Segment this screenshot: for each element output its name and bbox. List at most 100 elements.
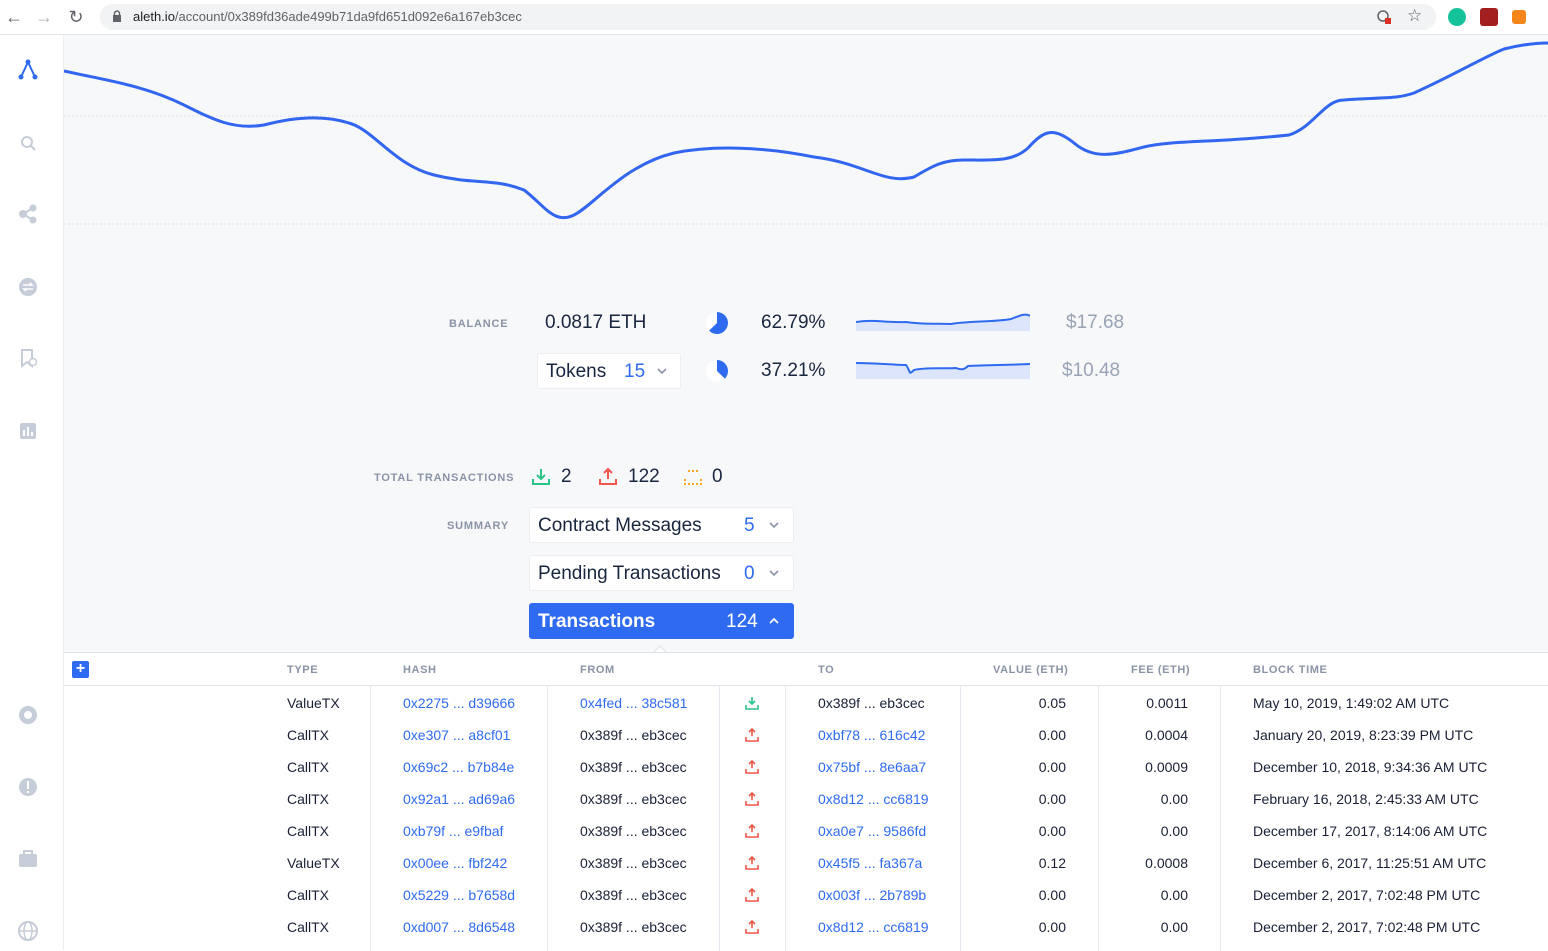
tx-type: CallTX [287, 823, 330, 839]
outgoing-arrow-icon [745, 824, 759, 838]
tx-value: 0.00 [1038, 919, 1066, 935]
tx-hash-link[interactable]: 0x00ee ... fbf242 [403, 855, 507, 871]
briefcase-icon[interactable] [17, 848, 39, 870]
table-row[interactable]: ValueTX 0x2275 ... d39666 0x4fed ... 38c58… [64, 687, 1548, 719]
pending-tx-icon [684, 470, 702, 485]
metamask-extension-icon[interactable] [1512, 10, 1526, 24]
eth-sparkline [856, 313, 1030, 331]
back-icon[interactable]: ← [4, 7, 24, 27]
outgoing-tx-count: 122 [628, 466, 660, 487]
header-type[interactable]: TYPE [287, 664, 318, 676]
table-row[interactable]: CallTX 0x69c2 ... b7b84e 0x389f ... eb3cec… [64, 751, 1548, 783]
pending-transactions-dropdown[interactable]: Pending Transactions 0 [529, 555, 794, 591]
tx-block-time: December 17, 2017, 8:14:06 AM UTC [1253, 823, 1488, 839]
header-block-time[interactable]: BLOCK TIME [1253, 664, 1327, 676]
tx-hash-link[interactable]: 0x69c2 ... b7b84e [403, 759, 514, 775]
balance-label: BALANCE [449, 318, 509, 330]
contract-messages-count: 5 [744, 515, 755, 536]
tx-fee: 0.00 [1160, 887, 1188, 903]
eth-percent: 62.79% [761, 312, 826, 333]
address-bar[interactable]: aleth.io/account/0x389fd36ade499b71da9fd… [100, 4, 1436, 30]
summary-label: SUMMARY [447, 520, 510, 532]
tx-hash-link[interactable]: 0x5229 ... b7658d [403, 887, 515, 903]
tokens-label: Tokens [546, 361, 607, 382]
table-row[interactable]: ValueTX 0x00ee ... fbf242 0x389f ... eb3ce… [64, 847, 1548, 879]
tx-to[interactable]: 0x45f5 ... fa367a [818, 855, 922, 871]
tx-hash-link[interactable]: 0xd007 ... 8d6548 [403, 919, 515, 935]
table-row[interactable]: CallTX 0x92a1 ... ad69a6 0x389f ... eb3cec… [64, 783, 1548, 815]
incoming-tx-count: 2 [561, 466, 572, 487]
outgoing-arrow-icon [745, 920, 759, 934]
tx-to[interactable]: 0xbf78 ... 616c42 [818, 727, 925, 743]
aleth-logo-icon[interactable] [17, 59, 39, 81]
tx-to[interactable]: 0xa0e7 ... 9586fd [818, 823, 926, 839]
outgoing-arrow-icon [745, 792, 759, 806]
tx-type: ValueTX [287, 855, 340, 871]
tx-fee: 0.0004 [1145, 727, 1188, 743]
reload-icon[interactable]: ↻ [66, 7, 86, 27]
tx-hash-link[interactable]: 0xe307 ... a8cf01 [403, 727, 510, 743]
ublock-extension-icon[interactable] [1480, 8, 1498, 26]
tx-to[interactable]: 0x8d12 ... cc6819 [818, 791, 929, 807]
tx-block-time: May 10, 2019, 1:49:02 AM UTC [1253, 695, 1450, 711]
tx-to: 0x389f ... eb3cec [818, 695, 925, 711]
tx-fee: 0.00 [1160, 919, 1188, 935]
tx-hash-link[interactable]: 0xb79f ... e9fbaf [403, 823, 503, 839]
table-row[interactable]: CallTX 0xe307 ... a8cf01 0x389f ... eb3cec… [64, 719, 1548, 751]
tx-to[interactable]: 0x8d12 ... cc6819 [818, 919, 929, 935]
table-header: + TYPE HASH FROM TO VALUE (ETH) FEE (ETH… [64, 653, 1548, 686]
table-row[interactable]: CallTX 0xd007 ... 8d6548 0x389f ... eb3cec… [64, 911, 1548, 943]
outgoing-arrow-icon [745, 760, 759, 774]
tx-from: 0x389f ... eb3cec [580, 919, 687, 935]
forward-icon[interactable]: → [34, 7, 54, 27]
bookmark-star-icon[interactable]: ☆ [1407, 6, 1422, 26]
globe-icon[interactable] [17, 920, 39, 942]
header-from[interactable]: FROM [580, 664, 615, 676]
sidebar [0, 35, 64, 950]
tx-fee: 0.00 [1160, 791, 1188, 807]
add-column-button[interactable]: + [72, 661, 89, 678]
tx-from: 0x389f ... eb3cec [580, 791, 687, 807]
tx-type: CallTX [287, 759, 330, 775]
header-to[interactable]: TO [818, 664, 834, 676]
analytics-icon[interactable] [17, 420, 39, 442]
tx-hash-link[interactable]: 0x92a1 ... ad69a6 [403, 791, 515, 807]
tx-from[interactable]: 0x4fed ... 38c581 [580, 695, 687, 711]
contract-messages-dropdown[interactable]: Contract Messages 5 [529, 507, 794, 543]
alert-icon[interactable] [17, 776, 39, 798]
tx-to[interactable]: 0x003f ... 2b789b [818, 887, 926, 903]
chevron-down-icon [769, 522, 779, 529]
table-row[interactable]: CallTX 0x5229 ... b7658d 0x389f ... eb3cec… [64, 879, 1548, 911]
balance-history-line [64, 41, 1548, 220]
transfer-icon[interactable] [17, 276, 39, 298]
grammarly-extension-icon[interactable] [1448, 8, 1466, 26]
transactions-dropdown[interactable]: Transactions 124 [529, 603, 794, 639]
pending-transactions-label: Pending Transactions [538, 563, 721, 584]
url-text: aleth.io/account/0x389fd36ade499b71da9fd… [133, 9, 522, 24]
chevron-up-icon [769, 617, 779, 624]
translate-icon[interactable] [1376, 9, 1392, 25]
tx-to[interactable]: 0x75bf ... 8e6aa7 [818, 759, 926, 775]
tx-fee: 0.00 [1160, 823, 1188, 839]
search-icon[interactable] [17, 132, 39, 154]
incoming-arrow-icon [745, 697, 759, 710]
table-row[interactable]: CallTX 0xb79f ... e9fbaf 0x389f ... eb3cec… [64, 815, 1548, 847]
bookmark-watch-icon[interactable] [17, 347, 39, 369]
tx-type: CallTX [287, 791, 330, 807]
tokens-share-pie-icon [706, 360, 729, 382]
pending-transactions-count: 0 [744, 563, 755, 584]
header-hash[interactable]: HASH [403, 664, 437, 676]
tx-from: 0x389f ... eb3cec [580, 823, 687, 839]
header-fee[interactable]: FEE (ETH) [1131, 664, 1190, 676]
network-icon[interactable] [17, 203, 39, 225]
tx-block-time: December 2, 2017, 7:02:48 PM UTC [1253, 887, 1481, 903]
help-lifebuoy-icon[interactable] [17, 704, 39, 726]
transactions-count: 124 [726, 611, 758, 632]
tokens-count: 15 [624, 361, 646, 382]
tx-hash-link[interactable]: 0x2275 ... d39666 [403, 695, 515, 711]
header-value[interactable]: VALUE (ETH) [993, 664, 1068, 676]
tx-from: 0x389f ... eb3cec [580, 887, 687, 903]
lock-icon [113, 10, 121, 22]
tokens-dropdown[interactable]: Tokens 15 [537, 353, 681, 389]
tx-type: CallTX [287, 887, 330, 903]
